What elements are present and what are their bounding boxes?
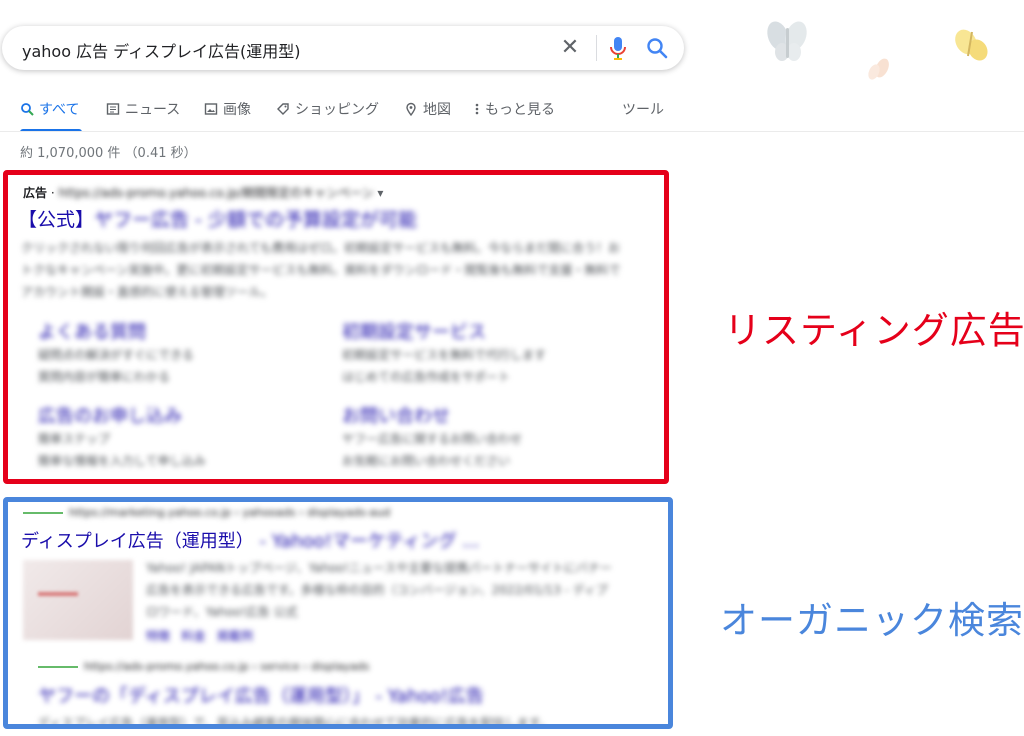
search-icon	[21, 103, 34, 116]
sitelink-faq[interactable]: よくある質問 疑問点の解決がすぐにできる 質問内容が簡単にわかる	[38, 318, 194, 388]
tab-more-label: もっと見る	[485, 102, 555, 118]
listing-ad-label: リスティング広告	[724, 309, 1024, 352]
tab-maps-label: 地図	[423, 102, 451, 118]
sitelink-title[interactable]: よくある質問	[38, 318, 194, 344]
microphone-icon[interactable]	[606, 34, 630, 62]
tabs-divider	[0, 131, 1024, 132]
tab-more[interactable]: もっと見る	[474, 99, 555, 119]
ad-title-rest: ヤフー広告 - 少額での予算設定が可能	[94, 209, 417, 231]
sublink[interactable]: 料金	[181, 629, 205, 643]
tab-all-label: すべて	[39, 102, 80, 118]
sitelink-title[interactable]: 広告のお申し込み	[38, 402, 206, 428]
tools-button[interactable]: ツール	[622, 99, 664, 119]
sitelink-desc: お気軽にお問い合わせください	[342, 454, 511, 468]
result-description: ディスプレイ広告（運用型）で、見込み顧客の興味関心に合わせて効果的に広告を配信し…	[38, 716, 552, 729]
clear-icon[interactable]: ✕	[558, 36, 582, 60]
tab-shopping[interactable]: ショッピング	[276, 99, 379, 119]
search-icon[interactable]	[644, 35, 670, 61]
listing-ad-highlight: 広告 · https://ads-promo.yahoo.co.jp/期間限定の…	[3, 170, 669, 484]
ad-url[interactable]: https://ads-promo.yahoo.co.jp/期間限定のキャンペー…	[58, 186, 373, 200]
result-title-suffix: - Yahoo!マーケティング ...	[253, 531, 480, 552]
tab-news-label: ニュース	[125, 102, 181, 118]
image-icon	[204, 103, 218, 115]
sitelink-setup[interactable]: 初期設定サービス 初期設定サービスを無料で代行します はじめての広告作成をサポー…	[342, 318, 546, 388]
organic-search-label: オーガニック検索	[720, 599, 1024, 642]
favicon	[38, 666, 78, 668]
thumbnail-mark	[38, 592, 78, 596]
sitelink-desc: 質問内容が簡単にわかる	[38, 370, 171, 384]
tab-news[interactable]: ニュース	[106, 99, 180, 119]
ad-title-link[interactable]: 【公式】ヤフー広告 - 少額での予算設定が可能	[18, 205, 417, 232]
result-url[interactable]: https://marketing.yahoo.co.jp › yahooads…	[69, 506, 390, 519]
ad-badge: 広告	[23, 186, 48, 200]
sitelink-title[interactable]: お問い合わせ	[342, 402, 522, 428]
tab-images[interactable]: 画像	[204, 99, 251, 119]
tab-all[interactable]: すべて	[20, 99, 79, 119]
result-title: ディスプレイ広告（運用型）	[21, 531, 254, 552]
news-icon	[106, 103, 120, 115]
sitelink-desc: 簡単ステップ	[38, 432, 111, 446]
tab-shopping-label: ショッピング	[295, 102, 379, 118]
search-box[interactable]: yahoo 広告 ディスプレイ広告(運用型) ✕	[2, 26, 684, 70]
sitelink-desc: 初期設定サービスを無料で代行します	[342, 348, 547, 362]
sitelink-desc: 疑問点の解決がすぐにできる	[38, 348, 194, 362]
ad-description: クリックされない限り何回広告が表示されても費用はゼロ。初期設定サービスも無料。今…	[21, 241, 621, 299]
result-stats: 約 1,070,000 件 （0.41 秒）	[20, 146, 197, 161]
tools-label: ツール	[622, 102, 664, 118]
sitelink-desc: ヤフー広告に関するお問い合わせ	[342, 432, 523, 446]
ad-url-dropdown-icon[interactable]: ▾	[377, 186, 383, 200]
location-icon	[406, 102, 416, 116]
search-tabs: すべて ニュース 画像 ショッピング 地図 もっと見る ツール	[0, 96, 680, 132]
favicon	[23, 512, 63, 514]
result-url-line: https://marketing.yahoo.co.jp › yahooads…	[23, 506, 390, 519]
result-url[interactable]: https://ads-promo.yahoo.co.jp › service …	[84, 660, 369, 673]
sitelink-desc: 簡単な情報を入力して申し込み	[38, 454, 206, 468]
sitelink-desc: はじめての広告作成をサポート	[342, 370, 511, 384]
result-url-line: https://ads-promo.yahoo.co.jp › service …	[38, 660, 369, 673]
doodle-butterflies-icon[interactable]	[750, 10, 1020, 90]
sitelink-apply[interactable]: 広告のお申し込み 簡単ステップ 簡単な情報を入力して申し込み	[38, 402, 206, 472]
ad-separator: ·	[47, 186, 59, 200]
result-sublinks: 特徴 料金 掲載例	[146, 627, 253, 644]
sitelink-contact[interactable]: お問い合わせ ヤフー広告に関するお問い合わせ お気軽にお問い合わせください	[342, 402, 522, 472]
tab-images-label: 画像	[223, 102, 251, 118]
result-title-link[interactable]: ディスプレイ広告（運用型） - Yahoo!マーケティング ...	[21, 527, 479, 553]
ad-url-line: 広告 · https://ads-promo.yahoo.co.jp/期間限定の…	[23, 184, 383, 201]
result-title-link[interactable]: ヤフーの「ディスプレイ広告（運用型）」 - Yahoo!広告	[38, 682, 484, 708]
tab-maps[interactable]: 地図	[404, 99, 451, 119]
search-input[interactable]: yahoo 広告 ディスプレイ広告(運用型)	[22, 38, 301, 62]
sitelink-title[interactable]: 初期設定サービス	[342, 318, 546, 344]
result-thumbnail[interactable]	[23, 560, 133, 640]
sublink[interactable]: 特徴	[146, 629, 170, 643]
result-description: Yahoo! JAPANトップページ、Yahoo!ニュースや主要な提携パートナー…	[146, 561, 612, 619]
search-divider	[596, 35, 597, 61]
tag-icon	[277, 103, 289, 115]
organic-results-highlight: https://marketing.yahoo.co.jp › yahooads…	[3, 497, 673, 729]
sublink[interactable]: 掲載例	[217, 629, 253, 643]
ad-title-prefix: 【公式】	[18, 209, 95, 231]
more-vertical-icon	[475, 103, 479, 115]
